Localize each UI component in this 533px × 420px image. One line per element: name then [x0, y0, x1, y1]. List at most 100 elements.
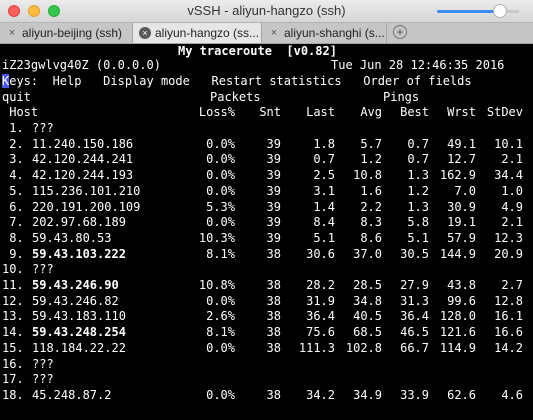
col-wrst: Wrst: [447, 105, 476, 119]
hop-avg: 5.7: [360, 136, 382, 151]
hop-loss: 8.1%: [206, 246, 235, 261]
timestamp: Tue Jun 28 12:46:35 2016: [331, 58, 505, 72]
hop-worst: 99.6: [447, 293, 476, 308]
hop-avg: 1.6: [360, 183, 382, 198]
host-info: iZ23gwlvg40Z (0.0.0.0): [2, 58, 161, 72]
col-host: Host: [2, 105, 39, 119]
hop-avg: 8.6: [360, 230, 382, 245]
hop-best: 1.3: [407, 199, 429, 214]
mtr-header: My traceroute [v0.82]: [178, 44, 337, 58]
column-headers: Host Loss% Snt Last Avg Best Wrst StDev: [0, 105, 533, 120]
hop-worst: 7.0: [454, 183, 476, 198]
hop-host: 42.120.244.241: [32, 152, 134, 167]
hop-sent: 39: [266, 168, 281, 183]
hop-row: 18. 45.248.87.2 0.0% 38 34.2 34.9 33.9 62.6 4.6: [0, 388, 533, 403]
hop-row: 11. 59.43.246.90 10.8% 38 28.2 28.5 27.9 43.8 2.…: [0, 278, 533, 293]
hop-avg: 8.3: [360, 215, 382, 230]
hop-sent: 39: [266, 183, 281, 198]
hop-row: 6. 220.191.200.109 5.3% 39 1.4 2.2 1.3 30.9 4.9: [0, 200, 533, 215]
col-best: Best: [400, 105, 429, 119]
hop-row: 9. 59.43.103.222 8.1% 38 30.6 37.0 30.5 144.9 20…: [0, 247, 533, 262]
hop-last: 2.5: [313, 168, 335, 183]
hop-loss: 0.0%: [206, 293, 235, 308]
hop-worst: 62.6: [447, 387, 476, 402]
hop-last: 8.4: [313, 215, 335, 230]
hop-row: 2. 11.240.150.186 0.0% 39 1.8 5.7 0.7 49.1 10.1: [0, 137, 533, 152]
hop-number: 11.: [2, 278, 24, 292]
hop-loss: 0.0%: [206, 183, 235, 198]
terminal-screen[interactable]: My traceroute [v0.82] iZ23gwlvg40Z (0.0.…: [0, 44, 533, 420]
hop-row: 15. 118.184.22.22 0.0% 38 111.3 102.8 66.7 114.…: [0, 341, 533, 356]
hop-avg: 10.8: [353, 168, 382, 183]
font-size-slider[interactable]: [437, 4, 519, 18]
hop-last: 3.1: [313, 183, 335, 198]
hop-number: 4.: [2, 168, 24, 183]
keys-line: Keys: Help Display mode Restart statisti…: [2, 74, 472, 89]
tab-close-icon[interactable]: ×: [6, 27, 18, 39]
col-snt: Snt: [259, 105, 281, 119]
title-bar[interactable]: vSSH - aliyun-hangzo (ssh): [0, 0, 533, 23]
tab-close-icon[interactable]: ×: [268, 27, 280, 39]
hop-host: 115.236.101.210: [32, 183, 141, 198]
hop-best: 1.3: [407, 168, 429, 183]
hop-number: 16.: [2, 356, 24, 371]
hop-loss: 8.1%: [206, 325, 235, 340]
hop-stdev: 2.1: [501, 215, 523, 230]
hop-row: 4. 42.120.244.193 0.0% 39 2.5 10.8 1.3 162.9 34.…: [0, 168, 533, 183]
hop-worst: 43.8: [447, 278, 476, 292]
packets-group-header: Packets: [210, 90, 261, 104]
hop-worst: 128.0: [439, 309, 476, 324]
hop-sent: 38: [266, 340, 281, 355]
tab-aliyun-beijing[interactable]: × aliyun-beijing (ssh): [0, 23, 133, 43]
hop-host: 59.43.183.110: [32, 309, 126, 324]
hop-number: 15.: [2, 340, 24, 355]
hop-row: 8. 59.43.80.53 10.3% 39 5.1 8.6 5.1 57.9 12.3: [0, 231, 533, 246]
col-stdev: StDev: [486, 105, 523, 119]
col-last: Last: [306, 105, 335, 119]
hop-best: 27.9: [400, 278, 429, 292]
hop-host: ???: [32, 121, 54, 135]
hop-number: 10.: [2, 262, 24, 277]
tab-aliyun-hangzo[interactable]: × aliyun-hangzo (ss...: [133, 23, 262, 43]
tab-label: aliyun-hangzo (ss...: [155, 26, 260, 40]
hop-worst: 30.9: [447, 199, 476, 214]
hop-loss: 0.0%: [206, 136, 235, 151]
hop-worst: 57.9: [447, 230, 476, 245]
hop-stdev: 2.7: [501, 278, 523, 292]
hop-host: 59.43.80.53: [32, 230, 112, 245]
hop-stdev: 10.1: [494, 136, 523, 151]
hop-best: 66.7: [400, 340, 429, 355]
hop-last: 34.2: [306, 387, 335, 402]
hop-avg: 1.2: [360, 152, 382, 167]
hop-host: 45.248.87.2: [32, 387, 112, 402]
tab-aliyun-shanghi[interactable]: × aliyun-shanghi (s...: [262, 23, 387, 43]
hop-sent: 39: [266, 152, 281, 167]
hop-avg: 34.9: [353, 387, 382, 402]
hop-host: 42.120.244.193: [32, 168, 134, 183]
hop-best: 0.7: [407, 152, 429, 167]
hop-worst: 121.6: [439, 325, 476, 340]
hop-last: 28.2: [306, 278, 335, 292]
hop-avg: 28.5: [353, 278, 382, 292]
hop-avg: 37.0: [353, 246, 382, 261]
hop-host: 220.191.200.109: [32, 199, 141, 214]
hop-stdev: 12.3: [494, 230, 523, 245]
hop-last: 1.8: [313, 136, 335, 151]
col-avg: Avg: [360, 105, 382, 119]
hop-sent: 39: [266, 199, 281, 214]
hop-last: 1.4: [313, 199, 335, 214]
hop-number: 14.: [2, 325, 24, 340]
hop-row: 7. 202.97.68.189 0.0% 39 8.4 8.3 5.8 19.1 2.1: [0, 215, 533, 230]
add-tab-icon[interactable]: +: [393, 25, 407, 39]
hop-avg: 68.5: [353, 325, 382, 340]
hop-worst: 12.7: [447, 152, 476, 167]
hop-stdev: 16.1: [494, 309, 523, 324]
hop-last: 111.3: [298, 340, 335, 355]
hop-host: 202.97.68.189: [32, 215, 126, 230]
hop-number: 8.: [2, 230, 24, 245]
hop-sent: 38: [266, 325, 281, 340]
hop-avg: 102.8: [345, 340, 382, 355]
hop-best: 31.3: [400, 293, 429, 308]
hop-loss: 0.0%: [206, 152, 235, 167]
tab-close-icon[interactable]: ×: [139, 27, 151, 39]
